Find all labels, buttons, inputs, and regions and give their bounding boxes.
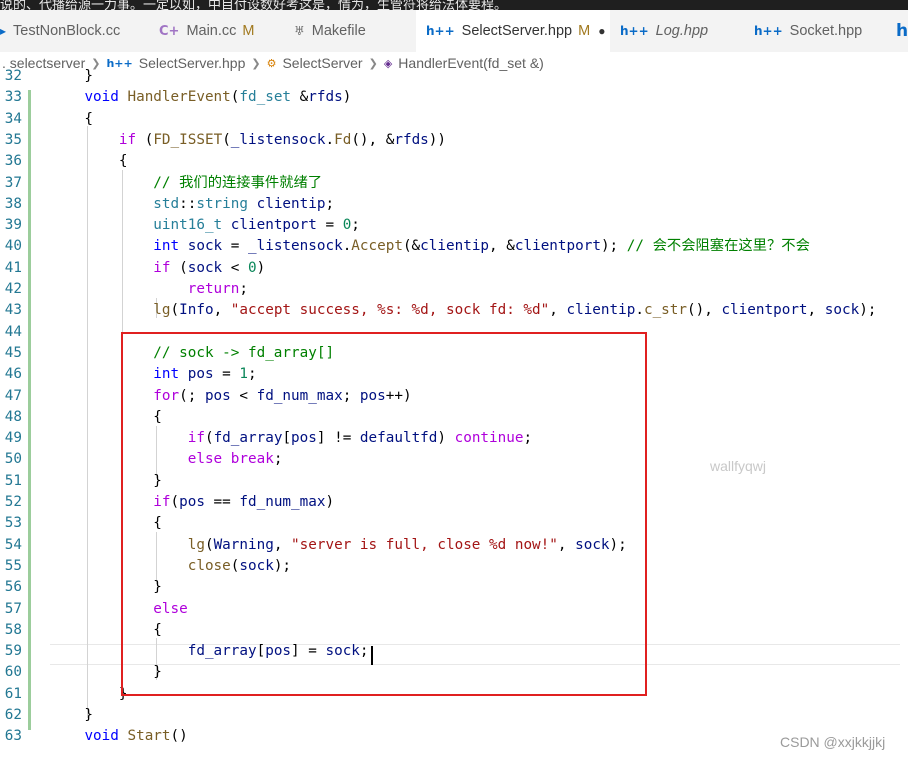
code-line[interactable]: 37 // 我们的连接事件就绪了: [0, 173, 908, 194]
code-text: void HandlerEvent(fd_set &rfds): [84, 89, 352, 106]
line-number: 47: [4, 387, 22, 404]
line-number: 61: [4, 685, 22, 702]
code-text: if (FD_ISSET(_listensock.Fd(), &rfds)): [118, 131, 447, 148]
modified-badge: M: [242, 23, 255, 39]
line-number: 62: [4, 707, 22, 723]
hpp-file-icon: h: [896, 21, 908, 41]
tab-label: Makefile: [311, 23, 366, 39]
watermark-text: wallfyqwj: [710, 458, 767, 474]
line-number: 48: [4, 408, 22, 425]
tab-label: Log.hpp: [655, 23, 709, 39]
code-text: }: [50, 68, 94, 84]
tab-makefile[interactable]: ♅ Makefile: [290, 10, 416, 52]
arrow-icon: ▸: [0, 24, 7, 38]
line-number: 35: [4, 131, 22, 148]
code-text: {: [50, 110, 94, 127]
line-number: 45: [4, 344, 22, 361]
code-text: {: [50, 153, 128, 170]
modified-badge: M: [578, 23, 591, 39]
line-number: 60: [4, 664, 22, 681]
top-banner: 说的、代播给源一力事。一定以如，中目付设数好考这是，情为，生管符将给法体要程。: [0, 0, 908, 10]
line-number: 38: [4, 195, 22, 212]
line-number: 46: [4, 366, 22, 383]
line-number: 37: [4, 174, 22, 191]
cpp-file-icon: C+: [159, 23, 180, 39]
code-line[interactable]: 39 uint16_t clientport = 0;: [0, 215, 908, 236]
line-number: 52: [4, 494, 22, 510]
unsaved-dot-icon[interactable]: ●: [598, 24, 605, 38]
line-number: 56: [4, 579, 22, 596]
line-number: 63: [4, 728, 22, 745]
code-text: if (sock < 0): [153, 259, 266, 276]
line-number: 55: [4, 557, 22, 574]
line-number: 34: [4, 110, 22, 127]
code-line[interactable]: 40 int sock = _listensock.Accept(&client…: [0, 236, 908, 257]
line-number: 43: [4, 302, 22, 319]
csdn-watermark: CSDN @xxjkkjjkj: [780, 734, 886, 750]
code-text: void Start(): [84, 728, 188, 745]
makefile-icon: ♅: [294, 24, 305, 38]
line-number: 54: [4, 536, 22, 553]
code-line[interactable]: 41 if (sock < 0): [0, 258, 908, 279]
line-number: 41: [4, 259, 22, 276]
line-number: 57: [4, 600, 22, 617]
line-number: 53: [4, 515, 22, 532]
line-number: 36: [4, 153, 22, 170]
code-line[interactable]: 63 void Start(): [0, 726, 908, 747]
highlight-annotation-box: [121, 332, 647, 696]
line-number: 33: [4, 89, 22, 106]
banner-text: 说的、代播给源一力事。一定以如，中目付设数好考这是，情为，生管符将给法体要程。: [0, 0, 508, 10]
code-text: // 我们的连接事件就绪了: [153, 174, 323, 191]
code-line[interactable]: 62 }: [0, 705, 908, 726]
code-text: int sock = _listensock.Accept(&clientip,…: [153, 238, 810, 255]
tab-overflow[interactable]: h: [884, 10, 908, 52]
tab-main-cc[interactable]: C+ Main.cc M: [152, 10, 290, 52]
code-line[interactable]: 34 {: [0, 109, 908, 130]
code-text: uint16_t clientport = 0;: [153, 217, 360, 234]
code-line[interactable]: 38 std::string clientip;: [0, 194, 908, 215]
line-number: 40: [4, 238, 22, 255]
code-line[interactable]: 42 return;: [0, 279, 908, 300]
line-number: 58: [4, 621, 22, 638]
code-text: std::string clientip;: [153, 195, 335, 212]
hpp-file-icon: h++: [620, 24, 649, 38]
tab-selectserver-hpp[interactable]: h++ SelectServer.hpp M ●: [416, 10, 610, 52]
tab-label: Main.cc: [186, 23, 237, 39]
hpp-file-icon: h++: [754, 24, 783, 38]
line-number: 50: [4, 451, 22, 468]
hpp-file-icon: h++: [426, 24, 455, 38]
line-number: 42: [4, 281, 22, 297]
code-line[interactable]: 43 lg(Info, "accept success, %s: %d, soc…: [0, 300, 908, 321]
tab-log-hpp[interactable]: h++ Log.hpp: [610, 10, 744, 52]
line-number: 49: [4, 430, 22, 447]
code-line[interactable]: 32 }: [0, 66, 908, 87]
code-line[interactable]: 33 void HandlerEvent(fd_set &rfds): [0, 87, 908, 108]
editor-tab-bar: ▸ TestNonBlock.cc C+ Main.cc M ♅ Makefil…: [0, 10, 908, 52]
line-number: 59: [4, 643, 22, 660]
tab-testnonblock[interactable]: ▸ TestNonBlock.cc: [0, 10, 152, 52]
line-number: 39: [4, 217, 22, 234]
tab-socket-hpp[interactable]: h++ Socket.hpp: [744, 10, 884, 52]
code-line[interactable]: 35 if (FD_ISSET(_listensock.Fd(), &rfds)…: [0, 130, 908, 151]
code-line[interactable]: 36 {: [0, 151, 908, 172]
tab-label: Socket.hpp: [789, 23, 863, 39]
line-number: 51: [4, 472, 22, 489]
code-text: return;: [187, 281, 248, 297]
code-text: }: [50, 685, 128, 702]
line-number: 32: [4, 68, 22, 84]
code-text: }: [50, 707, 94, 723]
tab-label: SelectServer.hpp: [461, 23, 573, 39]
tab-label: TestNonBlock.cc: [13, 23, 121, 39]
code-text: lg(Info, "accept success, %s: %d, sock f…: [153, 302, 877, 319]
line-number: 44: [4, 323, 22, 340]
code-editor[interactable]: 32 } 33 void HandlerEvent(fd_set &rfds) 34…: [0, 68, 908, 758]
